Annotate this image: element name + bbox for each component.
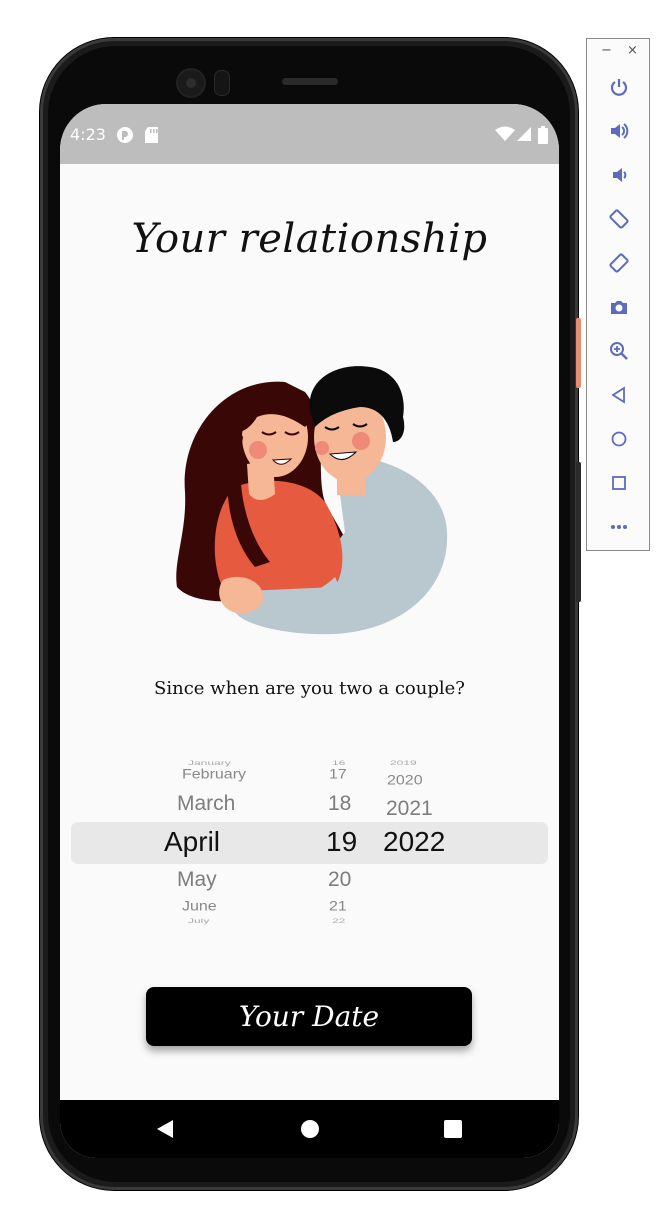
your-date-button[interactable]: Your Date [146, 987, 472, 1046]
day-item[interactable]: 16 [332, 760, 345, 767]
signal-icon [516, 126, 532, 146]
navigation-bar [60, 1100, 559, 1158]
phone-volume-button [576, 462, 581, 602]
rotate-right-icon[interactable] [607, 251, 631, 275]
home-icon[interactable] [607, 427, 631, 451]
couple-illustration [165, 362, 455, 642]
emulator-toolbar: − × [586, 38, 650, 551]
page-title: Your relationship [131, 216, 488, 262]
month-item[interactable]: January [188, 760, 231, 767]
question-text: Since when are you two a couple? [154, 678, 465, 699]
recents-icon[interactable] [443, 1118, 463, 1144]
power-icon[interactable] [607, 75, 631, 99]
year-selected[interactable]: 2022 [383, 826, 445, 858]
home-icon[interactable] [300, 1118, 320, 1144]
back-icon[interactable] [607, 383, 631, 407]
sd-card-icon [144, 126, 160, 148]
more-icon[interactable] [607, 515, 631, 539]
zoom-icon[interactable] [607, 339, 631, 363]
phone-power-button [576, 318, 581, 388]
earpiece-speaker [282, 78, 338, 85]
month-item[interactable]: March [177, 792, 235, 816]
status-bar: 4:23 [60, 104, 559, 164]
battery-icon [538, 126, 548, 148]
day-item[interactable]: 17 [329, 767, 347, 782]
day-item[interactable]: 18 [328, 792, 351, 816]
proximity-sensor [214, 70, 230, 96]
volume-down-icon[interactable] [607, 163, 631, 187]
close-window-button[interactable]: × [627, 43, 638, 58]
screenshot-icon[interactable] [607, 295, 631, 319]
phone-screen: 4:23 Your relationship Since when are yo… [60, 104, 559, 1158]
year-item[interactable]: 2020 [387, 773, 423, 788]
month-item[interactable]: June [182, 899, 217, 914]
date-picker[interactable]: January February March April May June Ju… [60, 754, 559, 925]
year-item[interactable]: 2021 [386, 797, 433, 821]
month-item[interactable]: February [182, 767, 246, 782]
minimize-button[interactable]: − [601, 43, 612, 58]
day-item[interactable]: 22 [332, 918, 345, 925]
wifi-icon [495, 126, 515, 146]
month-item[interactable]: May [177, 868, 217, 892]
overview-icon[interactable] [607, 471, 631, 495]
day-item[interactable]: 20 [328, 868, 351, 892]
picker-selection-band [71, 822, 548, 864]
rotate-left-icon[interactable] [607, 207, 631, 231]
month-item[interactable]: July [188, 918, 209, 925]
month-selected[interactable]: April [164, 826, 220, 858]
back-icon[interactable] [155, 1118, 175, 1144]
volume-up-icon[interactable] [607, 119, 631, 143]
day-item[interactable]: 21 [329, 899, 347, 914]
year-item[interactable]: 2019 [390, 760, 417, 767]
day-selected[interactable]: 19 [326, 826, 357, 858]
front-camera [176, 68, 206, 98]
status-time: 4:23 [70, 125, 106, 144]
notification-app-icon [116, 126, 134, 148]
